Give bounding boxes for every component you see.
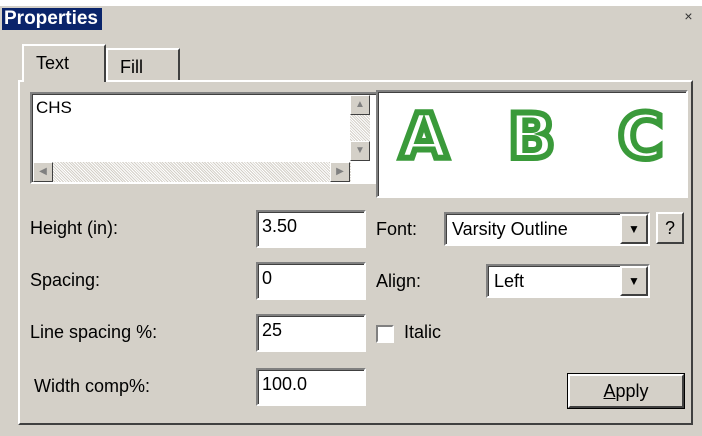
text-tab-panel: CHS ▲ ▼ ◀ ▶ A B C Height (in): 3.50 Spac… — [18, 80, 693, 425]
italic-label: Italic — [404, 322, 442, 342]
font-help-button[interactable]: ? — [656, 212, 684, 244]
height-label: Height (in): — [30, 218, 119, 238]
line-spacing-value: 25 — [262, 320, 283, 340]
italic-checkbox[interactable] — [376, 325, 394, 343]
spacing-label: Spacing: — [30, 270, 101, 290]
text-input-area[interactable]: CHS ▲ ▼ ◀ ▶ — [30, 92, 382, 184]
height-input[interactable]: 3.50 — [256, 210, 366, 248]
spacing-input[interactable]: 0 — [256, 262, 366, 300]
font-select[interactable]: Varsity Outline ▼ — [444, 212, 650, 246]
horizontal-scrollbar[interactable] — [33, 162, 351, 182]
align-label: Align: — [376, 271, 422, 291]
line-spacing-label: Line spacing %: — [30, 322, 158, 342]
text-input-value: CHS — [36, 98, 72, 117]
properties-dialog: Properties × Text Fill CHS ▲ ▼ ◀ ▶ A B C… — [0, 0, 702, 436]
apply-label: pply — [615, 381, 649, 401]
tab-text-label: Text — [36, 53, 70, 73]
font-label: Font: — [376, 219, 418, 239]
help-label: ? — [664, 218, 675, 238]
width-comp-label: Width comp%: — [34, 376, 151, 396]
title-bar: Properties × — [0, 6, 702, 32]
tab-fill[interactable]: Fill — [106, 48, 180, 82]
window-title: Properties — [2, 8, 102, 30]
apply-button[interactable]: Apply — [567, 373, 685, 409]
tab-text[interactable]: Text — [22, 44, 106, 82]
scroll-down-icon[interactable]: ▼ — [350, 141, 370, 161]
scroll-left-icon[interactable]: ◀ — [33, 162, 53, 182]
close-icon[interactable]: × — [681, 9, 696, 24]
font-select-value: Varsity Outline — [452, 219, 568, 239]
chevron-down-icon[interactable]: ▼ — [620, 266, 648, 296]
font-preview: A B C — [376, 90, 688, 198]
width-comp-value: 100.0 — [262, 374, 308, 394]
preview-letter-b: B — [505, 99, 558, 175]
chevron-down-icon[interactable]: ▼ — [620, 214, 648, 244]
align-select-value: Left — [494, 271, 525, 291]
spacing-value: 0 — [262, 268, 273, 288]
width-comp-input[interactable]: 100.0 — [256, 368, 366, 406]
scroll-right-icon[interactable]: ▶ — [330, 162, 350, 182]
align-select[interactable]: Left ▼ — [486, 264, 650, 298]
apply-accelerator: A — [603, 381, 616, 401]
preview-letter-c: C — [615, 99, 666, 175]
tab-fill-label: Fill — [120, 57, 143, 77]
preview-letter-a: A — [397, 99, 451, 175]
scroll-up-icon[interactable]: ▲ — [350, 95, 370, 115]
height-value: 3.50 — [262, 216, 298, 236]
line-spacing-input[interactable]: 25 — [256, 314, 366, 352]
